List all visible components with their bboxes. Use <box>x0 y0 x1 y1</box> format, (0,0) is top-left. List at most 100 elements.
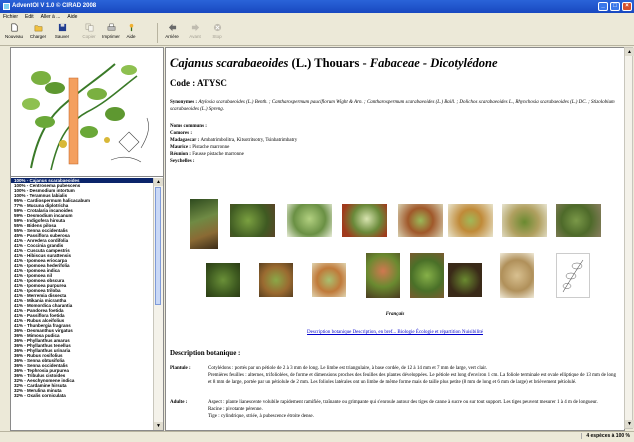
title-bar: AdventOI V 1.0 © CIRAD 2008 _ □ × <box>0 0 634 13</box>
common-names-label: Noms communs : <box>170 124 207 129</box>
status-bar: 4 espèces à 100 % <box>0 431 634 442</box>
save-button[interactable]: Sauver <box>51 23 73 39</box>
photo-thumbnail[interactable] <box>500 253 534 298</box>
photo-thumbnail[interactable] <box>190 199 218 249</box>
plantule-first-leaves: Premières feuilles : alternes, trifoliol… <box>208 373 617 385</box>
photo-thumbnail[interactable] <box>259 263 293 297</box>
photo-thumbnail[interactable] <box>342 204 387 237</box>
save-label: Sauver <box>54 34 70 39</box>
scroll-thumb[interactable] <box>155 187 161 305</box>
back-button[interactable]: Arrière <box>161 23 183 39</box>
reunion-names: Fausse pistache marronne <box>192 152 244 157</box>
photo-thumbnail[interactable] <box>312 263 346 297</box>
species-author: (L.) Thouars - <box>288 56 370 70</box>
reunion-label: Réunion : <box>170 152 193 157</box>
maximize-icon[interactable]: □ <box>610 2 620 11</box>
synonyms-text: Atylosia scarabaeoides (L.) Benth. ; Can… <box>170 100 615 112</box>
print-button[interactable]: Imprimer <box>100 23 122 39</box>
species-list: 100% - Cajanus scarabaeoides 100% - Cent… <box>11 178 153 430</box>
forward-button[interactable]: Avant <box>184 23 206 39</box>
new-label: Nouveau <box>4 34 23 39</box>
new-button[interactable]: Nouveau <box>3 23 25 39</box>
forward-arrow-icon <box>191 23 199 32</box>
toolbar: Nouveau Charger Sauver Copier Imprimer A… <box>0 20 634 46</box>
photo-thumbnail[interactable] <box>410 253 444 298</box>
adulte-text: Aspect : plante lianescente volubile rap… <box>208 399 618 420</box>
minimize-icon[interactable]: _ <box>598 2 608 11</box>
plant-drawing <box>22 63 149 171</box>
scroll-down-icon[interactable]: ▼ <box>154 422 163 430</box>
madagascar-label: Madagascar : <box>170 138 201 143</box>
help-button[interactable]: Aide <box>120 23 142 39</box>
adulte-label-text: Adulte : <box>170 400 188 405</box>
photo-thumbnail[interactable] <box>287 204 332 237</box>
forward-label: Avant <box>189 34 201 39</box>
maurice-names: Pistache marronne <box>192 145 230 150</box>
seychelles-label: Seychelles : <box>170 159 195 164</box>
botanical-description-heading: Description botanique : <box>170 349 241 357</box>
adulte-tige: Tige : cylindrique, striée, à pubescence… <box>208 414 314 419</box>
copy-icon <box>85 23 93 32</box>
copy-label: Copier <box>82 34 96 39</box>
left-panel: 100% - Cajanus scarabaeoides 100% - Cent… <box>10 47 164 431</box>
menu-bar: Fichier Edit Aller à ... Aide <box>0 13 634 20</box>
open-folder-icon <box>34 25 42 32</box>
scroll-up-icon[interactable]: ▲ <box>154 178 163 186</box>
scroll-thumb[interactable] <box>625 48 632 108</box>
species-detail-pane: Cajanus scarabaeoides (L.) Thouars - Fab… <box>165 47 625 431</box>
species-family: Fabaceae - Dicotylédone <box>369 56 498 70</box>
detail-scrollbar[interactable]: ▲ ▼ <box>624 47 634 429</box>
adulte-label: Adulte : <box>170 399 187 406</box>
species-list-scrollbar[interactable]: ▲ ▼ <box>153 178 163 430</box>
status-text: 4 espèces à 100 % <box>581 433 630 439</box>
common-names: Noms communs : Comores : Madagascar : Am… <box>170 123 297 165</box>
photo-thumbnail[interactable] <box>556 253 590 298</box>
stop-button[interactable]: Stop <box>206 23 228 39</box>
printer-icon <box>107 23 115 31</box>
menu-fichier[interactable]: Fichier <box>0 13 22 20</box>
photo-thumbnail[interactable] <box>448 204 493 237</box>
close-icon[interactable]: × <box>622 2 632 11</box>
adulte-racine: Racine : pivotante pérenne. <box>208 407 263 412</box>
photo-thumbnail[interactable] <box>206 263 240 297</box>
stop-label: Stop <box>212 34 222 39</box>
back-arrow-icon <box>168 23 176 32</box>
new-document-icon <box>11 23 17 32</box>
load-label: Charger <box>29 34 47 39</box>
photo-thumbnail[interactable] <box>398 204 443 237</box>
plantule-text: Cotylédons : portés par un pétiole de 2 … <box>208 365 618 386</box>
plantule-cotyledons: Cotylédons : portés par un pétiole de 2 … <box>208 366 487 371</box>
maurice-label: Maurice : <box>170 145 193 150</box>
section-links[interactable]: Description botanique Description, en br… <box>166 330 624 335</box>
help-label: Aide <box>126 34 136 39</box>
menu-aller-a[interactable]: Aller à ... <box>38 13 65 20</box>
window-title: AdventOI V 1.0 © CIRAD 2008 <box>12 3 97 9</box>
photo-thumbnail[interactable] <box>230 204 275 237</box>
menu-edit[interactable]: Edit <box>22 13 38 20</box>
photo-thumbnail[interactable] <box>502 204 547 237</box>
botanical-illustration <box>11 48 163 177</box>
species-title: Cajanus scarabaeoides (L.) Thouars - Fab… <box>170 56 498 71</box>
menu-aide[interactable]: Aide <box>64 13 81 20</box>
plantule-label-text: Plantule : <box>170 366 191 371</box>
scroll-down-icon[interactable]: ▼ <box>625 420 634 428</box>
photo-thumbnail[interactable] <box>556 204 601 237</box>
comores-label: Comores : <box>170 131 192 136</box>
back-label: Arrière <box>165 34 179 39</box>
photo-thumbnail[interactable] <box>366 253 400 298</box>
language-label: Français <box>385 312 405 317</box>
toolbar-separator <box>157 23 158 43</box>
copy-button[interactable]: Copier <box>78 23 100 39</box>
adulte-aspect: Aspect : plante lianescente volubile rap… <box>208 400 598 405</box>
photo-thumbnail[interactable] <box>448 263 482 297</box>
print-label: Imprimer <box>102 34 120 39</box>
app-icon <box>3 3 10 10</box>
list-item[interactable]: 32% - Oxalis corniculata <box>11 393 153 398</box>
save-disk-icon <box>58 23 66 32</box>
synonyms: Synonymes : Atylosia scarabaeoides (L.) … <box>170 99 617 113</box>
scroll-up-icon[interactable]: ▲ <box>625 48 634 56</box>
synonyms-label: Synonymes : <box>170 100 199 105</box>
stop-icon <box>213 23 221 32</box>
load-button[interactable]: Charger <box>27 23 49 39</box>
species-name: Cajanus scarabaeoides <box>170 56 289 70</box>
